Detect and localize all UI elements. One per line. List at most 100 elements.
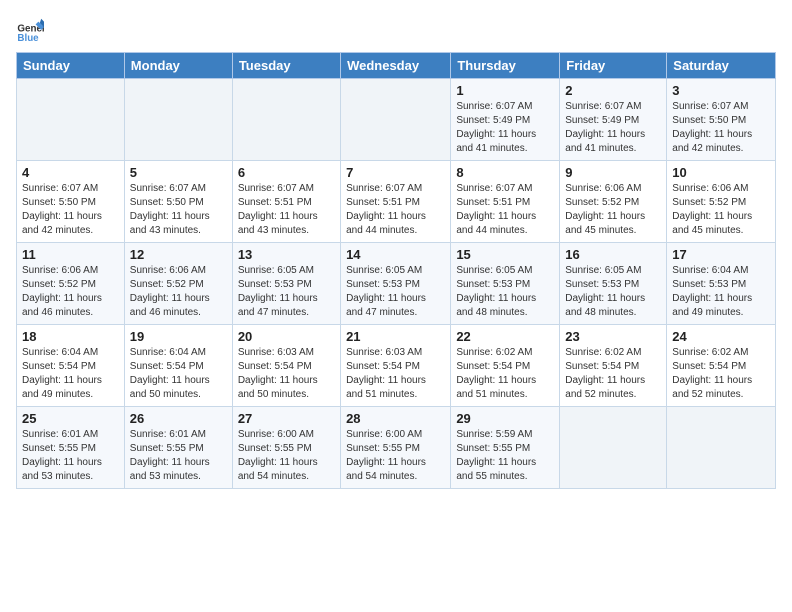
day-info: Sunrise: 6:01 AMSunset: 5:55 PMDaylight:…: [22, 428, 119, 484]
calendar-cell: 3 Sunrise: 6:07 AMSunset: 5:50 PMDaylight…: [667, 79, 776, 161]
calendar-cell: 29Sunrise: 5:59 AMSunset: 5:55 PMDayligh…: [451, 407, 560, 489]
calendar-cell: 22 Sunrise: 6:02 AMSunset: 5:54 PMDayligh…: [451, 325, 560, 407]
day-info: Sunrise: 6:07 AMSunset: 5:50 PMDaylight:…: [22, 182, 119, 238]
day-info: Sunrise: 6:03 AMSunset: 5:54 PMDaylight:…: [238, 346, 335, 402]
day-header-sunday: Sunday: [17, 53, 125, 79]
day-number: 10: [672, 165, 770, 180]
calendar-cell: 2 Sunrise: 6:07 AMSunset: 5:49 PMDaylight…: [560, 79, 667, 161]
day-info: Sunrise: 6:02 AMSunset: 5:54 PMDaylight:…: [672, 346, 770, 402]
calendar-cell: 6Sunrise: 6:07 AMSunset: 5:51 PMDaylight…: [232, 161, 340, 243]
day-info: Sunrise: 6:07 AMSunset: 5:51 PMDaylight:…: [456, 182, 554, 238]
day-info: Sunrise: 6:07 AMSunset: 5:49 PMDaylight:…: [456, 100, 554, 156]
day-header-thursday: Thursday: [451, 53, 560, 79]
calendar-week-row: 4 Sunrise: 6:07 AMSunset: 5:50 PMDaylight…: [17, 161, 776, 243]
day-number: 7: [346, 165, 445, 180]
calendar-cell: 16 Sunrise: 6:05 AMSunset: 5:53 PMDayligh…: [560, 243, 667, 325]
calendar-cell: 10 Sunrise: 6:06 AMSunset: 5:52 PMDayligh…: [667, 161, 776, 243]
calendar-cell: 23Sunrise: 6:02 AMSunset: 5:54 PMDayligh…: [560, 325, 667, 407]
day-info: Sunrise: 6:00 AMSunset: 5:55 PMDaylight:…: [238, 428, 335, 484]
calendar-cell: [560, 407, 667, 489]
day-number: 19: [130, 329, 227, 344]
day-info: Sunrise: 6:06 AMSunset: 5:52 PMDaylight:…: [22, 264, 119, 320]
calendar-cell: 9 Sunrise: 6:06 AMSunset: 5:52 PMDaylight…: [560, 161, 667, 243]
day-number: 26: [130, 411, 227, 426]
calendar-cell: [232, 79, 340, 161]
calendar-cell: 28Sunrise: 6:00 AMSunset: 5:55 PMDayligh…: [341, 407, 451, 489]
day-info: Sunrise: 6:04 AMSunset: 5:54 PMDaylight:…: [130, 346, 227, 402]
calendar-week-row: 18Sunrise: 6:04 AMSunset: 5:54 PMDayligh…: [17, 325, 776, 407]
day-number: 21: [346, 329, 445, 344]
page-header: General Blue: [16, 16, 776, 44]
calendar-cell: 1 Sunrise: 6:07 AMSunset: 5:49 PMDaylight…: [451, 79, 560, 161]
day-header-wednesday: Wednesday: [341, 53, 451, 79]
calendar-cell: 25 Sunrise: 6:01 AMSunset: 5:55 PMDayligh…: [17, 407, 125, 489]
day-number: 2: [565, 83, 661, 98]
day-header-tuesday: Tuesday: [232, 53, 340, 79]
day-info: Sunrise: 6:06 AMSunset: 5:52 PMDaylight:…: [130, 264, 227, 320]
day-info: Sunrise: 6:07 AMSunset: 5:50 PMDaylight:…: [130, 182, 227, 238]
calendar-cell: 11 Sunrise: 6:06 AMSunset: 5:52 PMDayligh…: [17, 243, 125, 325]
calendar-cell: [341, 79, 451, 161]
day-number: 22: [456, 329, 554, 344]
day-number: 13: [238, 247, 335, 262]
day-info: Sunrise: 6:02 AMSunset: 5:54 PMDaylight:…: [456, 346, 554, 402]
day-info: Sunrise: 6:05 AMSunset: 5:53 PMDaylight:…: [238, 264, 335, 320]
day-number: 16: [565, 247, 661, 262]
day-number: 24: [672, 329, 770, 344]
calendar-cell: [17, 79, 125, 161]
calendar-cell: [667, 407, 776, 489]
calendar-cell: 15 Sunrise: 6:05 AMSunset: 5:53 PMDayligh…: [451, 243, 560, 325]
day-info: Sunrise: 6:03 AMSunset: 5:54 PMDaylight:…: [346, 346, 445, 402]
day-number: 23: [565, 329, 661, 344]
day-info: Sunrise: 6:07 AMSunset: 5:50 PMDaylight:…: [672, 100, 770, 156]
day-number: 12: [130, 247, 227, 262]
day-number: 1: [456, 83, 554, 98]
day-number: 20: [238, 329, 335, 344]
calendar-cell: 20 Sunrise: 6:03 AMSunset: 5:54 PMDayligh…: [232, 325, 340, 407]
calendar-week-row: 1 Sunrise: 6:07 AMSunset: 5:49 PMDaylight…: [17, 79, 776, 161]
day-number: 3: [672, 83, 770, 98]
day-number: 9: [565, 165, 661, 180]
calendar-cell: 17 Sunrise: 6:04 AMSunset: 5:53 PMDayligh…: [667, 243, 776, 325]
calendar-cell: 14Sunrise: 6:05 AMSunset: 5:53 PMDayligh…: [341, 243, 451, 325]
day-info: Sunrise: 6:04 AMSunset: 5:53 PMDaylight:…: [672, 264, 770, 320]
day-info: Sunrise: 6:04 AMSunset: 5:54 PMDaylight:…: [22, 346, 119, 402]
day-number: 17: [672, 247, 770, 262]
calendar-week-row: 11 Sunrise: 6:06 AMSunset: 5:52 PMDayligh…: [17, 243, 776, 325]
logo-icon: General Blue: [16, 16, 44, 44]
calendar-header-row: SundayMondayTuesdayWednesdayThursdayFrid…: [17, 53, 776, 79]
day-number: 4: [22, 165, 119, 180]
calendar-cell: 7 Sunrise: 6:07 AMSunset: 5:51 PMDaylight…: [341, 161, 451, 243]
calendar-cell: 24 Sunrise: 6:02 AMSunset: 5:54 PMDayligh…: [667, 325, 776, 407]
svg-text:Blue: Blue: [17, 33, 39, 44]
day-info: Sunrise: 6:07 AMSunset: 5:49 PMDaylight:…: [565, 100, 661, 156]
calendar-cell: 12 Sunrise: 6:06 AMSunset: 5:52 PMDayligh…: [124, 243, 232, 325]
day-info: Sunrise: 5:59 AMSunset: 5:55 PMDaylight:…: [456, 428, 554, 484]
day-header-saturday: Saturday: [667, 53, 776, 79]
calendar-table: SundayMondayTuesdayWednesdayThursdayFrid…: [16, 52, 776, 489]
day-info: Sunrise: 6:00 AMSunset: 5:55 PMDaylight:…: [346, 428, 445, 484]
day-info: Sunrise: 6:06 AMSunset: 5:52 PMDaylight:…: [672, 182, 770, 238]
calendar-cell: 21 Sunrise: 6:03 AMSunset: 5:54 PMDayligh…: [341, 325, 451, 407]
day-info: Sunrise: 6:07 AMSunset: 5:51 PMDaylight:…: [346, 182, 445, 238]
calendar-cell: 19 Sunrise: 6:04 AMSunset: 5:54 PMDayligh…: [124, 325, 232, 407]
calendar-cell: 13 Sunrise: 6:05 AMSunset: 5:53 PMDayligh…: [232, 243, 340, 325]
day-number: 5: [130, 165, 227, 180]
calendar-cell: [124, 79, 232, 161]
day-number: 15: [456, 247, 554, 262]
day-info: Sunrise: 6:07 AMSunset: 5:51 PMDaylight:…: [238, 182, 335, 238]
calendar-cell: 8 Sunrise: 6:07 AMSunset: 5:51 PMDaylight…: [451, 161, 560, 243]
day-info: Sunrise: 6:05 AMSunset: 5:53 PMDaylight:…: [565, 264, 661, 320]
calendar-cell: 5 Sunrise: 6:07 AMSunset: 5:50 PMDaylight…: [124, 161, 232, 243]
day-number: 11: [22, 247, 119, 262]
day-header-friday: Friday: [560, 53, 667, 79]
logo: General Blue: [16, 16, 48, 44]
day-info: Sunrise: 6:05 AMSunset: 5:53 PMDaylight:…: [456, 264, 554, 320]
calendar-cell: 18Sunrise: 6:04 AMSunset: 5:54 PMDayligh…: [17, 325, 125, 407]
day-header-monday: Monday: [124, 53, 232, 79]
day-number: 25: [22, 411, 119, 426]
calendar-cell: 4 Sunrise: 6:07 AMSunset: 5:50 PMDaylight…: [17, 161, 125, 243]
calendar-week-row: 25 Sunrise: 6:01 AMSunset: 5:55 PMDayligh…: [17, 407, 776, 489]
day-info: Sunrise: 6:06 AMSunset: 5:52 PMDaylight:…: [565, 182, 661, 238]
day-number: 8: [456, 165, 554, 180]
